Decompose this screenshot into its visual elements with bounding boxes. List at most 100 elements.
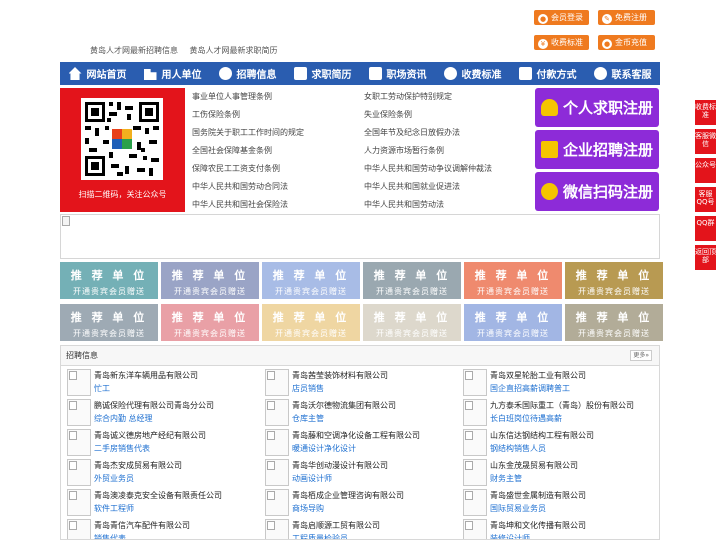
job-listing[interactable]: 山东信达钢结构工程有限公司 钢结构销售人员 — [459, 428, 649, 456]
law-link[interactable]: 中华人民共和国劳动合同法 — [192, 181, 288, 192]
job-position[interactable]: 长白班岗位待遇高薪 — [490, 413, 562, 424]
company-logo[interactable] — [265, 369, 289, 396]
job-listing[interactable]: 青岛盛世金属制造有限公司 国际贸易业务员 — [459, 488, 649, 516]
sidebar-official-account[interactable]: 公众号 — [695, 158, 716, 183]
job-listing[interactable]: 青岛坤和文化传播有限公司装修设计师 — [459, 518, 649, 539]
law-link[interactable]: 失业保险条例 — [364, 109, 412, 120]
company-name[interactable]: 青岛双星轮胎工业有限公司 — [490, 370, 586, 381]
recommended-employer-tile[interactable]: 推 荐 单 位开通贵宾会员赠送 — [565, 262, 663, 299]
job-position[interactable]: 工程质量检验员 — [292, 533, 348, 539]
job-position[interactable]: 店员销售 — [292, 383, 324, 394]
company-logo[interactable] — [463, 489, 487, 516]
job-listing[interactable]: 青岛沃尔德物流集团有限公司 仓库主管 — [261, 398, 451, 426]
recommended-employer-tile[interactable]: 推 荐 单 位开通贵宾会员赠送 — [60, 304, 158, 341]
job-position[interactable]: 动画设计师 — [292, 473, 332, 484]
company-name[interactable]: 青岛沃尔德物流集团有限公司 — [292, 400, 396, 411]
law-link[interactable]: 保障农民工工资支付条例 — [192, 163, 280, 174]
company-logo[interactable] — [463, 519, 487, 539]
job-position[interactable]: 商场导购 — [292, 503, 324, 514]
job-position[interactable]: 国企直招高薪调聘普工 — [490, 383, 570, 394]
job-listing[interactable]: 青岛双星轮胎工业有限公司 国企直招高薪调聘普工 — [459, 368, 649, 396]
nav-jobs[interactable]: 招聘信息 — [210, 62, 285, 85]
nav-employers[interactable]: 用人单位 — [135, 62, 210, 85]
law-link[interactable]: 中华人民共和国社会保险法 — [192, 199, 288, 210]
company-name[interactable]: 青岛青信汽车配件有限公司 — [94, 520, 190, 531]
nav-home[interactable]: 网站首页 — [60, 62, 135, 85]
company-name[interactable]: 鹏诚保险代理有限公司青岛分公司 — [94, 400, 214, 411]
latest-resumes-link[interactable]: 黄岛人才网最新求职简历 — [190, 46, 278, 55]
wechat-register-button[interactable]: 微信扫码注册 — [535, 172, 659, 211]
company-logo[interactable] — [265, 519, 289, 539]
recommended-employer-tile[interactable]: 推 荐 单 位开通贵宾会员赠送 — [363, 262, 461, 299]
recommended-employer-tile[interactable]: 推 荐 单 位开通贵宾会员赠送 — [161, 262, 259, 299]
job-position[interactable]: 仓库主管 — [292, 413, 324, 424]
company-name[interactable]: 山东信达钢结构工程有限公司 — [490, 430, 594, 441]
job-listing[interactable]: 青岛华创动漫设计有限公司 动画设计师 — [261, 458, 451, 486]
more-link[interactable]: 更多» — [630, 350, 652, 361]
company-name[interactable]: 青岛杰安成贸易有限公司 — [94, 460, 182, 471]
job-listing[interactable]: 青岛诚义德房地产经纪有限公司 二手房销售代表 — [63, 428, 253, 456]
company-logo[interactable] — [67, 369, 91, 396]
company-name[interactable]: 青岛启顺源工贸有限公司 — [292, 520, 380, 531]
job-position[interactable]: 忙工 — [94, 383, 110, 394]
job-position[interactable]: 国际贸易业务员 — [490, 503, 546, 514]
recommended-employer-tile[interactable]: 推 荐 单 位开通贵宾会员赠送 — [60, 262, 158, 299]
company-logo[interactable] — [67, 489, 91, 516]
latest-jobs-link[interactable]: 黄岛人才网最新招聘信息 — [90, 46, 178, 55]
company-name[interactable]: 青岛新东洋车辆用品有限公司 — [94, 370, 198, 381]
company-logo[interactable] — [265, 399, 289, 426]
law-link[interactable]: 中华人民共和国就业促进法 — [364, 181, 460, 192]
company-register-button[interactable]: 企业招聘注册 — [535, 130, 659, 169]
company-name[interactable]: 青岛坤和文化传播有限公司 — [490, 520, 586, 531]
job-position[interactable]: 暖通设计净化设计 — [292, 443, 356, 454]
law-link[interactable]: 全国社会保障基金条例 — [192, 145, 272, 156]
company-logo[interactable] — [265, 429, 289, 456]
company-logo[interactable] — [463, 429, 487, 456]
job-position[interactable]: 销售代表 — [94, 533, 126, 539]
recommended-employer-tile[interactable]: 推 荐 单 位开通贵宾会员赠送 — [262, 262, 360, 299]
recommended-employer-tile[interactable]: 推 荐 单 位开通贵宾会员赠送 — [464, 262, 562, 299]
company-name[interactable]: 青岛栢成企业管理咨询有限公司 — [292, 490, 404, 501]
company-logo[interactable] — [265, 489, 289, 516]
company-name[interactable]: 青岛藤和空调净化设备工程有限公司 — [292, 430, 420, 441]
company-logo[interactable] — [67, 519, 91, 539]
job-listing[interactable]: 青岛茜莹装饰材料有限公司 店员销售 — [261, 368, 451, 396]
job-seeker-register-button[interactable]: 个人求职注册 — [535, 88, 659, 127]
job-listing[interactable]: 青岛启顺源工贸有限公司工程质量检验员 — [261, 518, 451, 539]
nav-resumes[interactable]: 求职简历 — [285, 62, 360, 85]
recommended-employer-tile[interactable]: 推 荐 单 位开通贵宾会员赠送 — [363, 304, 461, 341]
recommended-employer-tile[interactable]: 推 荐 单 位开通贵宾会员赠送 — [161, 304, 259, 341]
job-listing[interactable]: 青岛新东洋车辆用品有限公司 忙工 — [63, 368, 253, 396]
job-position[interactable]: 装修设计师 — [490, 533, 530, 539]
company-name[interactable]: 青岛茜莹装饰材料有限公司 — [292, 370, 388, 381]
nav-payment[interactable]: 付款方式 — [510, 62, 585, 85]
sidebar-fee-standard[interactable]: 收费标准 — [695, 100, 716, 125]
recommended-employer-tile[interactable]: 推 荐 单 位开通贵宾会员赠送 — [464, 304, 562, 341]
ad-banner[interactable] — [60, 214, 660, 259]
free-register-button[interactable]: ✎ 免费注册 — [598, 10, 655, 25]
recommended-employer-tile[interactable]: 推 荐 单 位开通贵宾会员赠送 — [565, 304, 663, 341]
law-link[interactable]: 工伤保险条例 — [192, 109, 240, 120]
job-listing[interactable]: 青岛澳凌泰克安全设备有限责任公司 软件工程师 — [63, 488, 253, 516]
job-listing[interactable]: 鹏诚保险代理有限公司青岛分公司 综合内勤 总经理 — [63, 398, 253, 426]
company-logo[interactable] — [67, 459, 91, 486]
coin-recharge-button[interactable]: ● 金币充值 — [598, 35, 655, 50]
fee-standard-button[interactable]: ¥ 收费标准 — [534, 35, 589, 50]
company-logo[interactable] — [463, 369, 487, 396]
law-link[interactable]: 女职工劳动保护特别规定 — [364, 91, 452, 102]
job-position[interactable]: 综合内勤 总经理 — [94, 413, 153, 424]
job-position[interactable]: 二手房销售代表 — [94, 443, 150, 454]
job-listing[interactable]: 青岛青信汽车配件有限公司销售代表 — [63, 518, 253, 539]
law-link[interactable]: 人力资源市场暂行条例 — [364, 145, 444, 156]
company-name[interactable]: 青岛诚义德房地产经纪有限公司 — [94, 430, 206, 441]
job-listing[interactable]: 山东金茂晟贸易有限公司 财务主管 — [459, 458, 649, 486]
job-position[interactable]: 钢结构销售人员 — [490, 443, 546, 454]
job-listing[interactable]: 青岛藤和空调净化设备工程有限公司 暖通设计净化设计 — [261, 428, 451, 456]
company-name[interactable]: 青岛盛世金属制造有限公司 — [490, 490, 586, 501]
company-logo[interactable] — [463, 399, 487, 426]
company-logo[interactable] — [67, 399, 91, 426]
law-link[interactable]: 中华人民共和国劳动法 — [364, 199, 444, 210]
law-link[interactable]: 全国年节及纪念日放假办法 — [364, 127, 460, 138]
company-name[interactable]: 青岛澳凌泰克安全设备有限责任公司 — [94, 490, 222, 501]
job-position[interactable]: 外贸业务员 — [94, 473, 134, 484]
